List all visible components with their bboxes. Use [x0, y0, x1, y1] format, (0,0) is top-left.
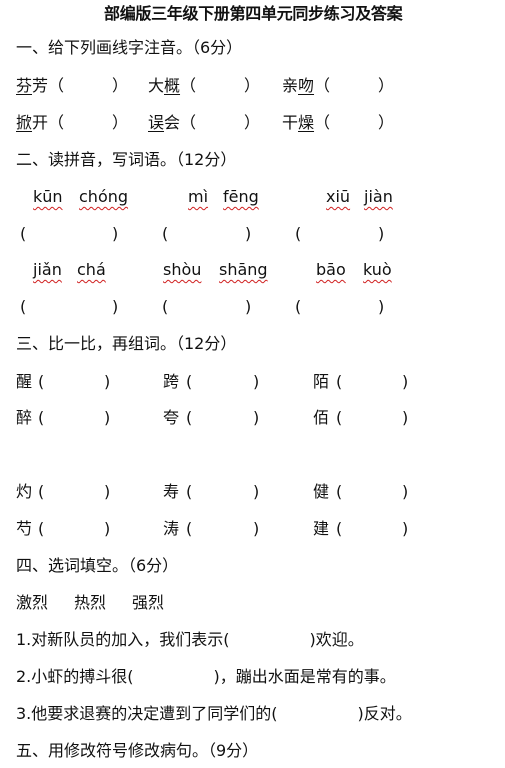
open-paren: (: [336, 482, 343, 501]
compare-char: 涛: [163, 519, 180, 538]
close-paren: ): [402, 482, 409, 501]
open-paren: (: [38, 372, 45, 391]
open-paren: (: [295, 297, 302, 316]
pinyin: shòu: [163, 260, 202, 279]
section2-heading: 二、读拼音，写词语。（12分）: [16, 150, 237, 169]
open-paren: (: [38, 482, 45, 501]
pinyin: kuò: [363, 260, 392, 279]
open-paren: (: [186, 482, 193, 501]
pinyin: shāng: [219, 260, 268, 279]
close-paren: ): [112, 224, 119, 243]
word-item: 掀开（ ）: [16, 113, 129, 132]
close-paren: ): [245, 224, 252, 243]
document-title: 部编版三年级下册第四单元同步练习及答案: [104, 4, 403, 23]
word-item: 大概（ ）: [148, 76, 261, 95]
section5-heading: 五、用修改符号修改病句。（9分）: [16, 741, 259, 760]
compare-char: 佰: [313, 408, 330, 427]
open-paren: (: [38, 408, 45, 427]
pinyin: mì: [188, 187, 209, 206]
pinyin: kūn: [33, 187, 63, 206]
close-paren: ): [402, 408, 409, 427]
word-option: 强烈: [132, 593, 165, 612]
close-paren: ): [253, 372, 260, 391]
open-paren: (: [336, 372, 343, 391]
close-paren: ): [378, 224, 385, 243]
close-paren: ): [378, 297, 385, 316]
section3-heading: 三、比一比，再组词。（12分）: [16, 334, 237, 353]
compare-char: 灼: [16, 482, 33, 501]
word-item: 误会（ ）: [148, 113, 261, 132]
open-paren: (: [38, 519, 45, 538]
open-paren: (: [336, 519, 343, 538]
close-paren: ): [253, 482, 260, 501]
fill-sentence-1: 1.对新队员的加入，我们表示( )欢迎。: [16, 630, 364, 649]
compare-char: 陌: [313, 372, 330, 391]
word-item: 亲吻（ ）: [282, 76, 395, 95]
word-item: 芬芳（ ）: [16, 76, 129, 95]
close-paren: ): [253, 519, 260, 538]
close-paren: ): [104, 519, 111, 538]
compare-char: 夸: [163, 408, 180, 427]
word-option: 热烈: [74, 593, 107, 612]
close-paren: ): [402, 519, 409, 538]
open-paren: (: [162, 297, 169, 316]
close-paren: ): [104, 482, 111, 501]
open-paren: (: [162, 224, 169, 243]
compare-char: 寿: [163, 482, 180, 501]
close-paren: ): [112, 297, 119, 316]
section1-heading: 一、给下列画线字注音。（6分）: [16, 38, 243, 57]
open-paren: (: [186, 519, 193, 538]
pinyin: xiū: [326, 187, 351, 206]
fill-sentence-3: 3.他要求退赛的决定遭到了同学们的( )反对。: [16, 704, 412, 723]
close-paren: ): [104, 372, 111, 391]
pinyin: chá: [77, 260, 106, 279]
pinyin: jiǎn: [33, 260, 62, 279]
close-paren: ): [104, 408, 111, 427]
close-paren: ): [253, 408, 260, 427]
word-item: 干燥（ ）: [282, 113, 395, 132]
open-paren: (: [186, 408, 193, 427]
close-paren: ): [245, 297, 252, 316]
fill-sentence-2: 2.小虾的搏斗很( )，蹦出水面是常有的事。: [16, 667, 396, 686]
open-paren: (: [336, 408, 343, 427]
word-option: 激烈: [16, 593, 49, 612]
open-paren: (: [20, 297, 27, 316]
open-paren: (: [20, 224, 27, 243]
compare-char: 跨: [163, 372, 180, 391]
pinyin: fēng: [223, 187, 259, 206]
open-paren: (: [186, 372, 193, 391]
pinyin: bāo: [316, 260, 346, 279]
pinyin: chóng: [79, 187, 129, 206]
compare-char: 醉: [16, 408, 33, 427]
compare-char: 健: [313, 482, 330, 501]
open-paren: (: [295, 224, 302, 243]
compare-char: 建: [313, 519, 330, 538]
pinyin: jiàn: [364, 187, 393, 206]
compare-char: 芍: [16, 519, 33, 538]
section4-heading: 四、选词填空。（6分）: [16, 556, 179, 575]
close-paren: ): [402, 372, 409, 391]
compare-char: 醒: [16, 372, 33, 391]
